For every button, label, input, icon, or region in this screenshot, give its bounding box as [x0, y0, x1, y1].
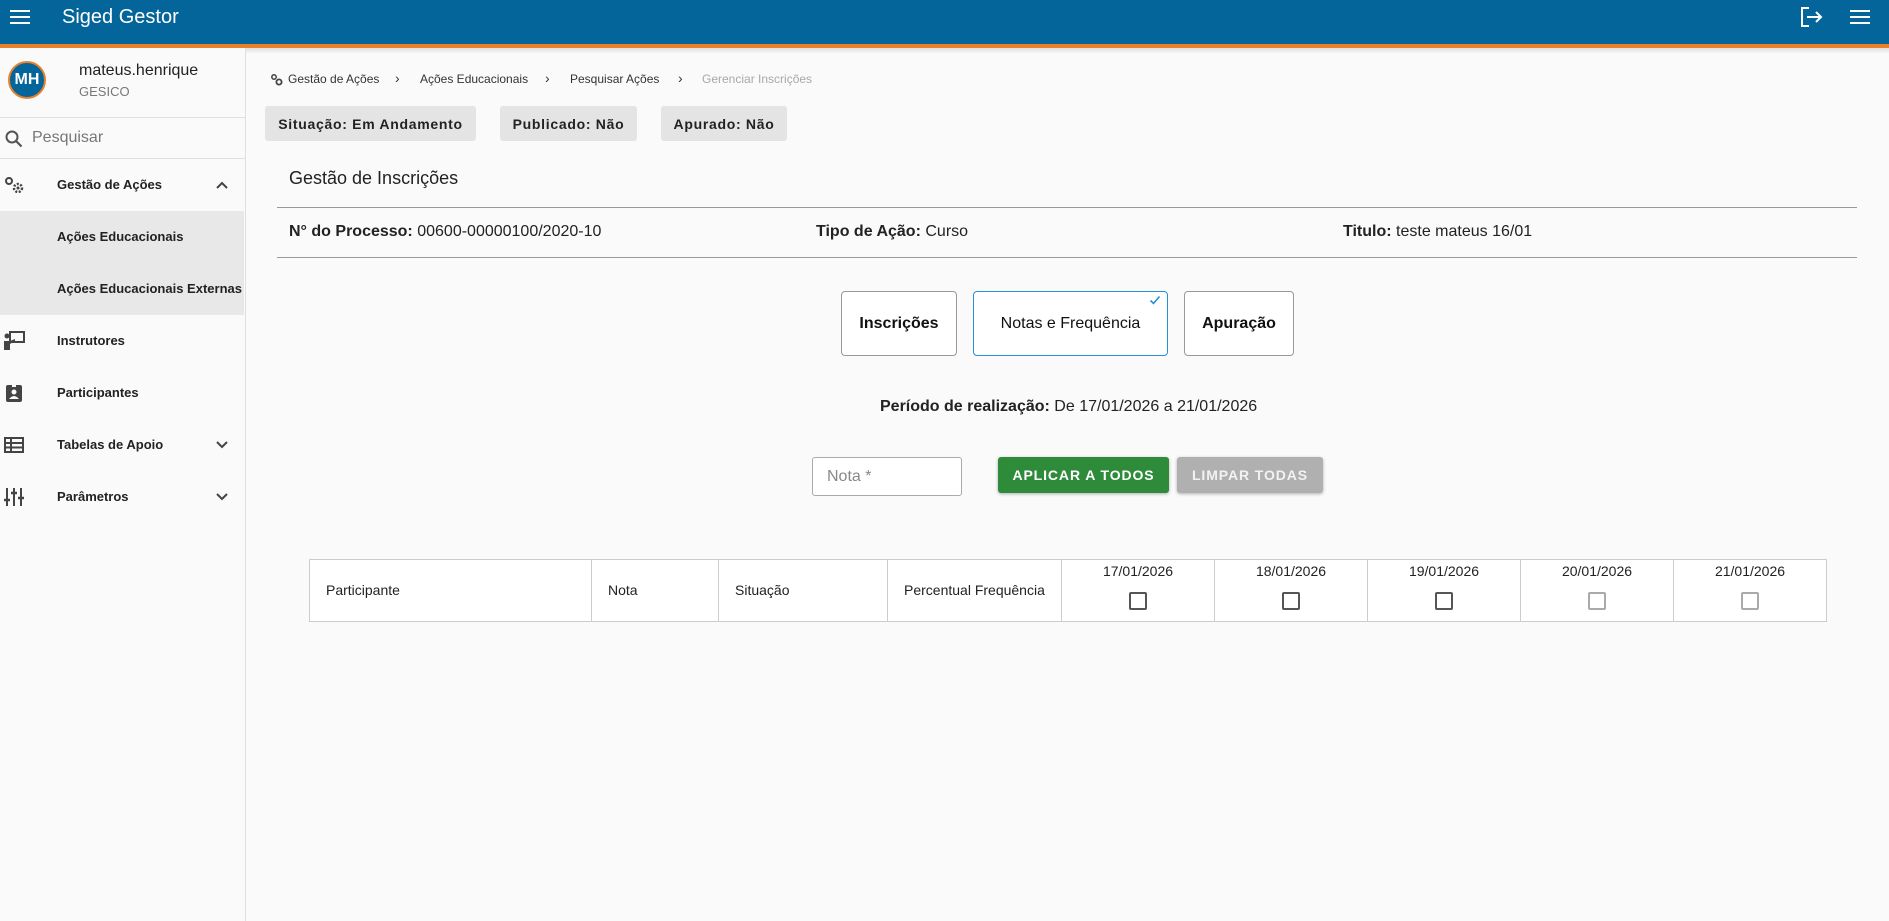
clear-all-button[interactable]: LIMPAR TODAS	[1177, 457, 1323, 493]
column-header-situacao: Situação	[719, 560, 888, 621]
sidebar: MH mateus.henrique GESICO Gestão de Açõe…	[0, 48, 246, 921]
gears-icon	[271, 74, 283, 86]
period-value: De 17/01/2026 a 21/01/2026	[1054, 398, 1258, 415]
chevron-up-icon	[216, 181, 228, 189]
tab-inscricoes[interactable]: Inscrições	[841, 291, 957, 356]
nota-input[interactable]	[812, 457, 962, 496]
period-info: Período de realização: De 17/01/2026 a 2…	[880, 398, 1258, 415]
tab-apuracao[interactable]: Apuração	[1184, 291, 1294, 356]
sidebar-item-participantes[interactable]: Participantes	[0, 367, 244, 419]
sidebar-item-label: Tabelas de Apoio	[57, 437, 164, 452]
title-info: Titulo: teste mateus 16/01	[1343, 223, 1533, 240]
sidebar-item-acoes-educacionais-externas[interactable]: Ações Educacionais Externas	[0, 263, 244, 315]
divider	[277, 207, 1857, 208]
search-icon	[5, 130, 23, 148]
select-all-day-checkbox[interactable]	[1129, 592, 1147, 610]
breadcrumb-item[interactable]: Ações Educacionais	[420, 72, 528, 86]
menu-icon[interactable]	[8, 7, 32, 27]
select-all-day-checkbox[interactable]	[1588, 592, 1606, 610]
app-title: Siged Gestor	[62, 6, 179, 28]
column-header-date: 21/01/2026	[1674, 560, 1826, 621]
top-app-bar: Siged Gestor	[0, 0, 1889, 46]
chevron-down-icon	[216, 441, 228, 449]
select-all-day-checkbox[interactable]	[1741, 592, 1759, 610]
breadcrumb-item[interactable]: Pesquisar Ações	[570, 72, 659, 86]
sidebar-item-parametros[interactable]: Parâmetros	[0, 471, 244, 523]
apply-all-button[interactable]: APLICAR A TODOS	[998, 457, 1169, 493]
sidebar-item-label: Ações Educacionais	[57, 229, 184, 244]
action-type: Curso	[925, 223, 969, 240]
column-header-participante: Participante	[310, 560, 592, 621]
process-number: 00600-00000100/2020-10	[417, 223, 602, 240]
user-org: GESICO	[79, 84, 130, 99]
gears-icon	[5, 177, 24, 194]
sidebar-item-label: Gestão de Ações	[57, 177, 163, 192]
action-title: teste mateus 16/01	[1396, 223, 1533, 240]
more-menu-icon[interactable]	[1848, 7, 1872, 27]
user-name: mateus.henrique	[79, 62, 199, 79]
breadcrumb-item[interactable]: Gestão de Ações	[288, 72, 379, 86]
attendance-table: Participante Nota Situação Percentual Fr…	[309, 559, 1827, 622]
sidebar-search	[0, 118, 246, 158]
sidebar-item-instrutores[interactable]: Instrutores	[0, 315, 244, 367]
column-header-date: 18/01/2026	[1215, 560, 1368, 621]
column-header-date: 17/01/2026	[1062, 560, 1215, 621]
divider	[277, 257, 1857, 258]
status-chip-publicado: Publicado: Não	[500, 106, 637, 141]
instructor-icon	[4, 331, 25, 350]
check-icon	[1149, 295, 1161, 305]
chevron-right-icon: ›	[678, 70, 683, 86]
sliders-icon	[4, 488, 24, 506]
sidebar-item-label: Participantes	[57, 385, 139, 400]
sidebar-item-gestao-de-acoes[interactable]: Gestão de Ações	[0, 159, 244, 211]
process-info: N° do Processo: 00600-00000100/2020-10	[289, 223, 602, 240]
select-all-day-checkbox[interactable]	[1282, 592, 1300, 610]
tab-notas-e-frequencia[interactable]: Notas e Frequência	[973, 291, 1168, 356]
table-icon	[4, 437, 24, 453]
select-all-day-checkbox[interactable]	[1435, 592, 1453, 610]
chevron-right-icon: ›	[545, 70, 550, 86]
search-input[interactable]	[32, 126, 232, 150]
sidebar-item-label: Ações Educacionais Externas	[57, 281, 242, 296]
sidebar-item-acoes-educacionais[interactable]: Ações Educacionais	[0, 211, 244, 263]
sidebar-item-label: Parâmetros	[57, 489, 129, 504]
badge-icon	[6, 383, 22, 402]
status-chip-apurado: Apurado: Não	[661, 106, 787, 141]
column-header-date: 19/01/2026	[1368, 560, 1521, 621]
page-title: Gestão de Inscrições	[289, 168, 459, 188]
sidebar-item-tabelas-de-apoio[interactable]: Tabelas de Apoio	[0, 419, 244, 471]
logout-icon[interactable]	[1799, 5, 1825, 29]
column-header-percentual-frequencia: Percentual Frequência	[888, 560, 1062, 621]
chevron-down-icon	[216, 493, 228, 501]
breadcrumb-current: Gerenciar Inscrições	[702, 72, 813, 86]
status-chip-situacao: Situação: Em Andamento	[265, 106, 476, 141]
chevron-right-icon: ›	[395, 70, 400, 86]
column-header-nota: Nota	[592, 560, 719, 621]
action-type-info: Tipo de Ação: Curso	[816, 223, 969, 240]
column-header-date: 20/01/2026	[1521, 560, 1674, 621]
avatar[interactable]: MH	[8, 61, 46, 99]
sidebar-item-label: Instrutores	[57, 333, 125, 348]
